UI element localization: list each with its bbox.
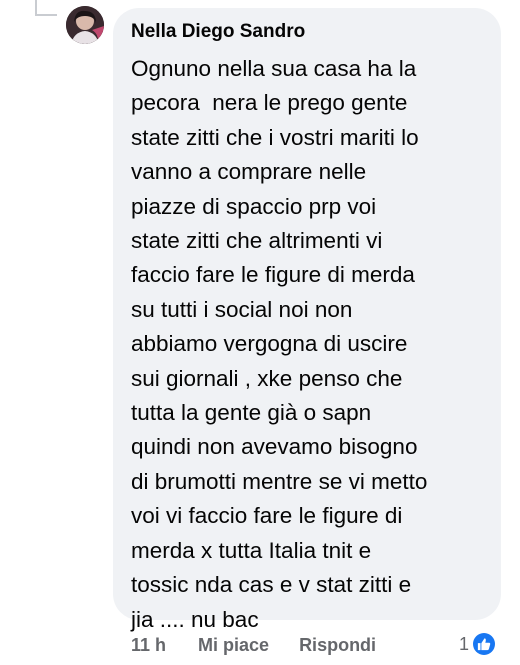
comment-body-line: state zitti che altrimenti vi: [131, 228, 383, 254]
comment-body-line: su tutti i social noi non: [131, 296, 353, 322]
comment-actions: 11 h Mi piace Rispondi: [131, 631, 376, 659]
comment-body-line: abbiamo vergogna di uscire: [131, 331, 408, 357]
reply-button[interactable]: Rispondi: [299, 635, 376, 656]
like-button[interactable]: Mi piace: [198, 635, 269, 656]
comment-body-line: state zitti che i vostri mariti lo: [131, 124, 419, 150]
reaction-summary[interactable]: 1: [459, 630, 496, 658]
comment-body-line: faccio fare le figure di merda: [131, 262, 415, 288]
comment-body-line: Ognuno nella sua casa ha la: [131, 56, 417, 81]
avatar[interactable]: [66, 6, 104, 44]
thumbs-up-icon: [473, 633, 496, 655]
comment-body-line: piazze di spaccio prp voi: [131, 193, 377, 219]
thumbs-up-glyph: [477, 638, 491, 651]
comment-body-line: vanno a comprare nelle: [131, 159, 367, 185]
comment-body: Ognuno nella sua casa ha la pecora nera …: [131, 52, 483, 637]
reaction-count: 1: [459, 633, 470, 654]
comment-body-line: tossic nda cas e v stat zitti e: [131, 572, 412, 598]
comment-body-line: di brumotti mentre se vi metto: [131, 468, 428, 494]
comment-body-line: sui giornali , xke penso che: [131, 365, 403, 391]
comment-bubble: Nella Diego Sandro Ognuno nella sua casa…: [113, 8, 501, 632]
comment-body-line: pecora nera le prego gente: [131, 90, 408, 116]
comment-body-line: quindi non avevamo bisogno: [131, 434, 418, 460]
thread-connector-branch: [35, 14, 57, 16]
comment-body-line: merda x tutta Italia tnit e: [131, 537, 372, 563]
comment-author[interactable]: Nella Diego Sandro: [131, 20, 483, 44]
comment-body-line: tutta la gente già o sapn: [131, 400, 372, 426]
comment-timestamp[interactable]: 11 h: [131, 635, 166, 656]
avatar-photo: [66, 6, 104, 44]
comment-screenshot: Nella Diego Sandro Ognuno nella sua casa…: [0, 0, 520, 665]
comment-body-line: voi vi faccio fare le figure di: [131, 503, 403, 529]
